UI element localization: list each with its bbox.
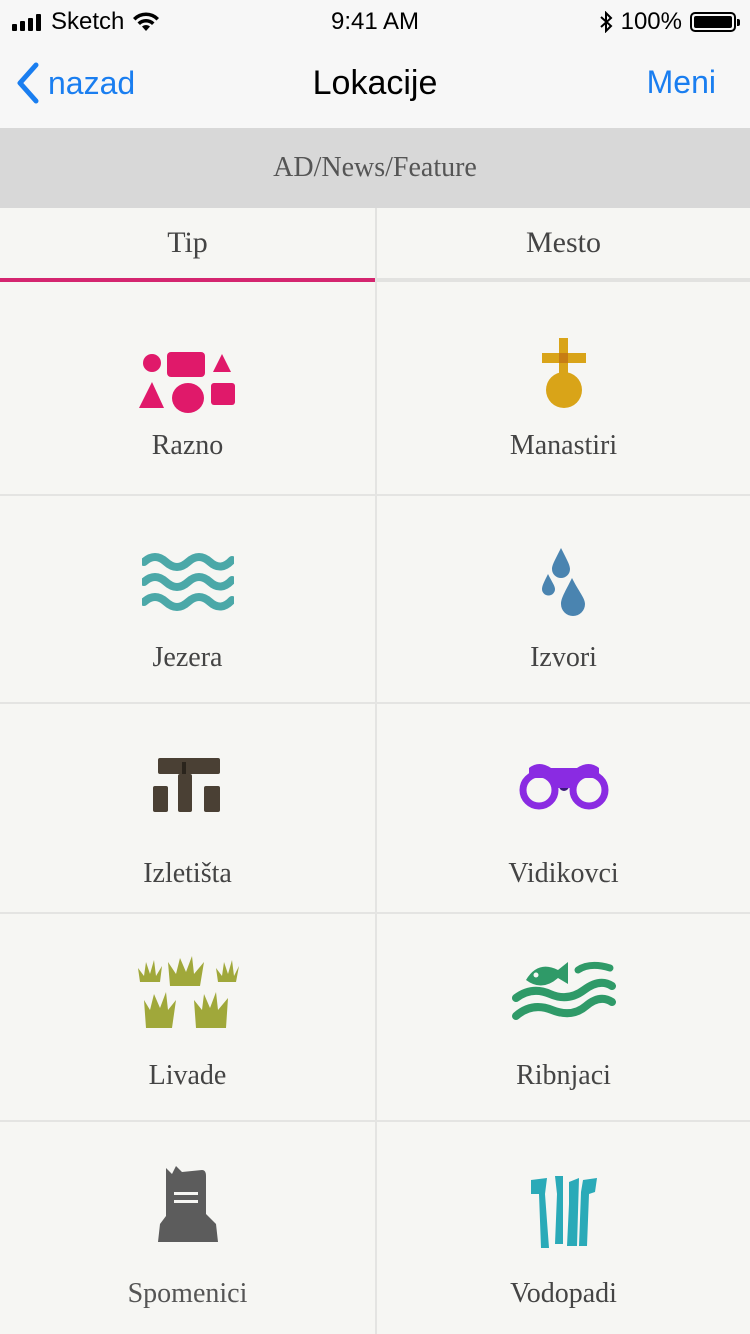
category-label: Vodopadi <box>510 1278 617 1309</box>
category-label: Izvori <box>530 642 597 673</box>
page-title: Lokacije <box>312 64 438 102</box>
grass-icon <box>137 956 239 1028</box>
menu-button[interactable]: Meni <box>647 64 716 101</box>
category-label: Razno <box>151 430 224 461</box>
category-ribnjaci[interactable]: Ribnjaci <box>375 914 750 1122</box>
status-bar: Sketch 9:41 AM 100% <box>0 0 750 40</box>
category-manastiri[interactable]: Manastiri <box>375 282 750 496</box>
category-label: Ribnjaci <box>516 1060 611 1091</box>
ad-banner[interactable]: AD/News/Feature <box>0 128 750 208</box>
category-izvori[interactable]: Izvori <box>375 496 750 704</box>
battery-percent: 100% <box>620 8 682 35</box>
category-razno[interactable]: Razno <box>0 282 375 496</box>
waterfall-icon <box>530 1176 597 1248</box>
binoculars-icon <box>519 764 608 810</box>
category-label: Manastiri <box>509 430 618 461</box>
cross-orb-icon <box>541 338 586 408</box>
bluetooth-icon <box>599 11 613 33</box>
status-right: 100% <box>599 8 740 36</box>
stone-table-icon <box>152 758 220 812</box>
category-grid: Razno Manastiri Jezera Izvori Izletišta … <box>0 282 750 1334</box>
category-label: Jezera <box>152 642 223 673</box>
category-jezera[interactable]: Jezera <box>0 496 375 704</box>
nav-bar: nazad Lokacije Meni <box>0 40 750 128</box>
category-label: Livade <box>148 1060 227 1091</box>
battery-icon <box>690 12 740 32</box>
category-vodopadi[interactable]: Vodopadi <box>375 1122 750 1334</box>
tab-mesto[interactable]: Mesto <box>375 208 750 282</box>
shapes-icon <box>138 352 235 413</box>
category-izletista[interactable]: Izletišta <box>0 704 375 914</box>
category-label: Spomenici <box>127 1278 248 1309</box>
category-livade[interactable]: Livade <box>0 914 375 1122</box>
waves-icon <box>141 553 234 611</box>
fish-icon <box>511 961 616 1020</box>
water-drops-icon <box>541 548 585 616</box>
monument-icon <box>157 1166 218 1242</box>
category-spomenici[interactable]: Spomenici <box>0 1122 375 1334</box>
tab-tip[interactable]: Tip <box>0 208 375 282</box>
category-vidikovci[interactable]: Vidikovci <box>375 704 750 914</box>
category-label: Izletišta <box>143 858 232 889</box>
tab-bar: Tip Mesto <box>0 208 750 282</box>
category-label: Vidikovci <box>508 858 619 889</box>
